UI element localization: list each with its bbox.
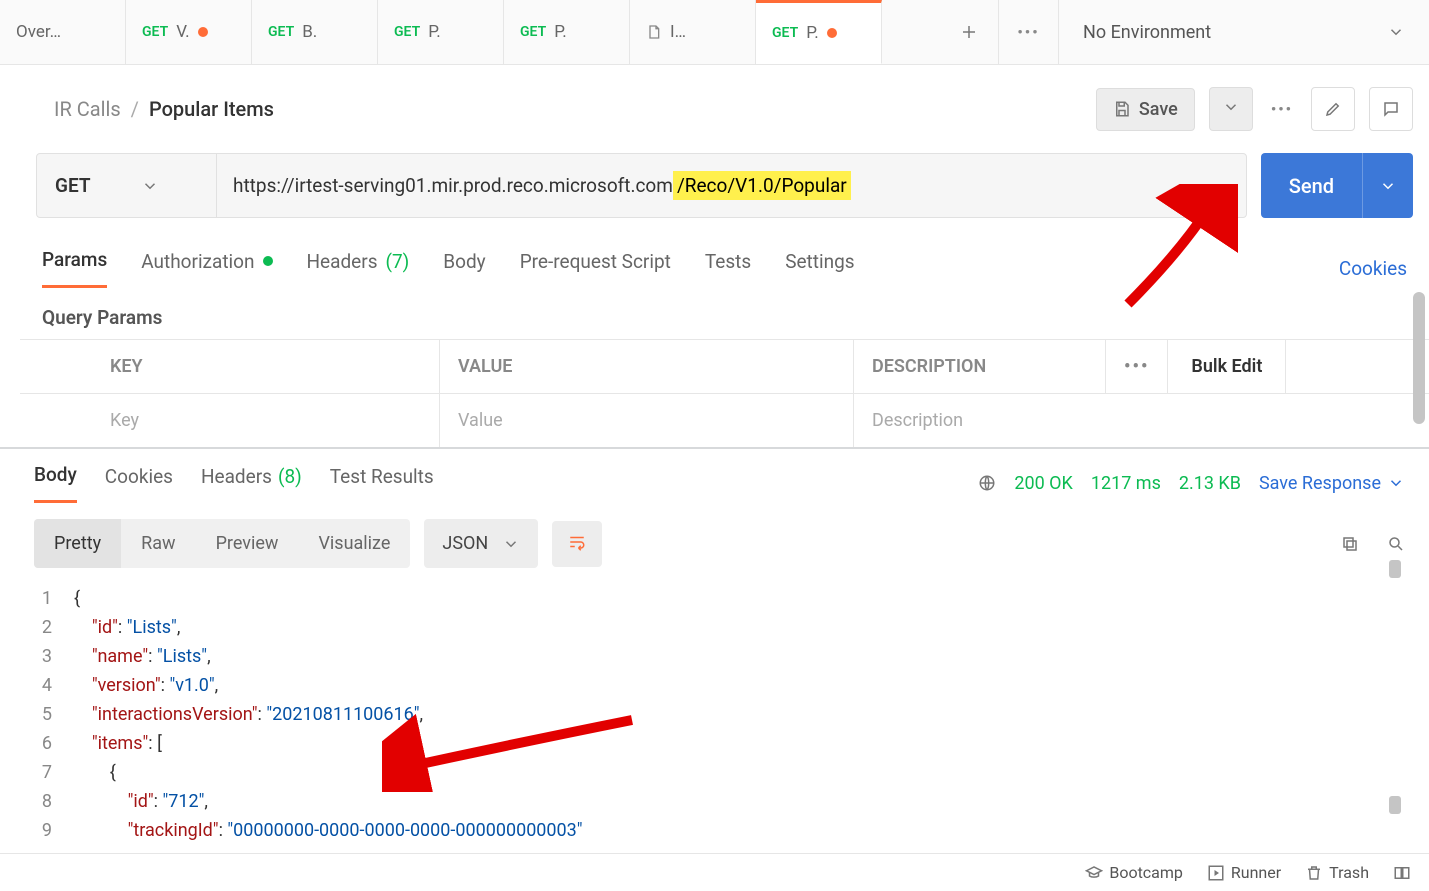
edit-documentation-button[interactable]	[1311, 87, 1355, 131]
response-size: 2.13 KB	[1179, 473, 1241, 494]
url-highlight: /Reco/V1.0/Popular	[673, 171, 851, 200]
http-method-selector[interactable]: GET	[37, 154, 217, 217]
breadcrumb-collection[interactable]: IR Calls	[54, 97, 121, 121]
chevron-down-icon	[1387, 23, 1405, 41]
tab-body[interactable]: Body	[443, 250, 485, 287]
params-table: KEY VALUE DESCRIPTION ••• Bulk Edit Key …	[20, 339, 1429, 447]
tab-prerequest[interactable]: Pre-request Script	[520, 250, 671, 287]
scrollbar-marker	[1389, 796, 1401, 814]
status-dot-icon	[263, 256, 273, 266]
request-url-input[interactable]: https://irtest-serving01.mir.prod.reco.m…	[217, 154, 1246, 217]
response-body-editor[interactable]: 1{2 "id": "Lists",3 "name": "Lists",4 "v…	[0, 578, 1429, 845]
col-key: KEY	[20, 340, 440, 393]
wrap-icon	[568, 533, 586, 551]
comment-icon	[1382, 100, 1400, 118]
tab-headers[interactable]: Headers (7)	[307, 250, 410, 287]
chevron-down-icon	[502, 535, 520, 553]
resp-tab-body[interactable]: Body	[34, 463, 77, 503]
request-tab[interactable]: GETB.	[252, 0, 378, 64]
send-button[interactable]: Send	[1261, 153, 1362, 218]
dots-icon: •••	[1271, 100, 1293, 118]
save-button[interactable]: Save	[1096, 88, 1195, 131]
plus-icon	[960, 23, 978, 41]
save-response-button[interactable]: Save Response	[1259, 473, 1405, 494]
save-icon	[1113, 100, 1131, 118]
tab-settings[interactable]: Settings	[785, 250, 854, 287]
tabs-overflow-button[interactable]: •••	[999, 0, 1059, 64]
request-tab[interactable]: GETP.	[504, 0, 630, 64]
search-icon[interactable]	[1387, 535, 1405, 553]
footer-panes[interactable]	[1393, 864, 1411, 882]
comments-button[interactable]	[1369, 87, 1413, 131]
chevron-down-icon	[141, 177, 159, 195]
scrollbar-thumb[interactable]	[1413, 292, 1425, 424]
col-value: VALUE	[440, 340, 854, 393]
pencil-icon	[1324, 100, 1342, 118]
col-desc: DESCRIPTION	[854, 340, 1106, 393]
tab-tests[interactable]: Tests	[705, 250, 751, 287]
tab-params[interactable]: Params	[42, 248, 107, 288]
save-options-button[interactable]	[1209, 87, 1253, 131]
panes-icon	[1393, 864, 1411, 882]
status-bar: Bootcamp Runner Trash	[0, 853, 1429, 891]
trash-icon	[1305, 864, 1323, 882]
request-tab[interactable]: GETV.	[126, 0, 252, 64]
send-options-button[interactable]	[1362, 153, 1413, 218]
bulk-edit-button[interactable]: Bulk Edit	[1168, 340, 1286, 393]
response-time: 1217 ms	[1091, 473, 1161, 494]
view-visualize[interactable]: Visualize	[298, 519, 410, 568]
body-format-selector[interactable]: JSON	[424, 519, 538, 568]
new-tab-button[interactable]	[939, 0, 999, 64]
param-value-input[interactable]: Value	[440, 394, 854, 447]
view-pretty[interactable]: Pretty	[34, 519, 121, 568]
param-desc-input[interactable]: Description	[854, 394, 1429, 447]
resp-tab-cookies[interactable]: Cookies	[105, 465, 173, 502]
resp-tab-headers[interactable]: Headers (8)	[201, 465, 302, 502]
footer-runner[interactable]: Runner	[1207, 863, 1281, 882]
param-key-input[interactable]: Key	[20, 394, 440, 447]
footer-trash[interactable]: Trash	[1305, 863, 1369, 882]
body-view-segmented: Pretty Raw Preview Visualize	[34, 519, 410, 568]
file-icon	[646, 24, 662, 40]
chevron-down-icon	[1387, 474, 1405, 492]
request-tab[interactable]: I…	[630, 0, 756, 64]
footer-bootcamp[interactable]: Bootcamp	[1085, 863, 1183, 882]
chevron-down-icon	[1379, 177, 1397, 195]
breadcrumb-request: Popular Items	[149, 97, 274, 121]
dots-icon: •••	[1124, 356, 1149, 377]
request-tab[interactable]: Over…	[0, 0, 126, 64]
status-code: 200 OK	[1014, 473, 1073, 494]
resp-tab-testresults[interactable]: Test Results	[330, 465, 434, 502]
request-tab[interactable]: GETP.	[378, 0, 504, 64]
play-icon	[1207, 864, 1225, 882]
chevron-down-icon	[1222, 98, 1240, 116]
cookies-link[interactable]: Cookies	[1339, 257, 1407, 280]
dots-icon: •••	[1017, 23, 1039, 41]
graduation-icon	[1085, 864, 1103, 882]
query-params-heading: Query Params	[20, 288, 1429, 339]
unsaved-dot-icon	[198, 27, 208, 37]
environment-label: No Environment	[1083, 22, 1211, 43]
col-options[interactable]: •••	[1106, 340, 1168, 393]
view-raw[interactable]: Raw	[121, 519, 195, 568]
wrap-lines-button[interactable]	[552, 521, 602, 567]
view-preview[interactable]: Preview	[196, 519, 299, 568]
unsaved-dot-icon	[827, 28, 837, 38]
request-actions-more[interactable]: •••	[1267, 92, 1297, 126]
copy-icon[interactable]	[1341, 535, 1359, 553]
breadcrumb: IR Calls / Popular Items	[54, 97, 274, 121]
globe-icon[interactable]	[978, 474, 996, 492]
environment-selector[interactable]: No Environment	[1059, 0, 1429, 64]
request-tab[interactable]: GETP.	[756, 0, 882, 64]
tab-authorization[interactable]: Authorization	[141, 250, 272, 287]
scrollbar-marker	[1389, 560, 1401, 578]
